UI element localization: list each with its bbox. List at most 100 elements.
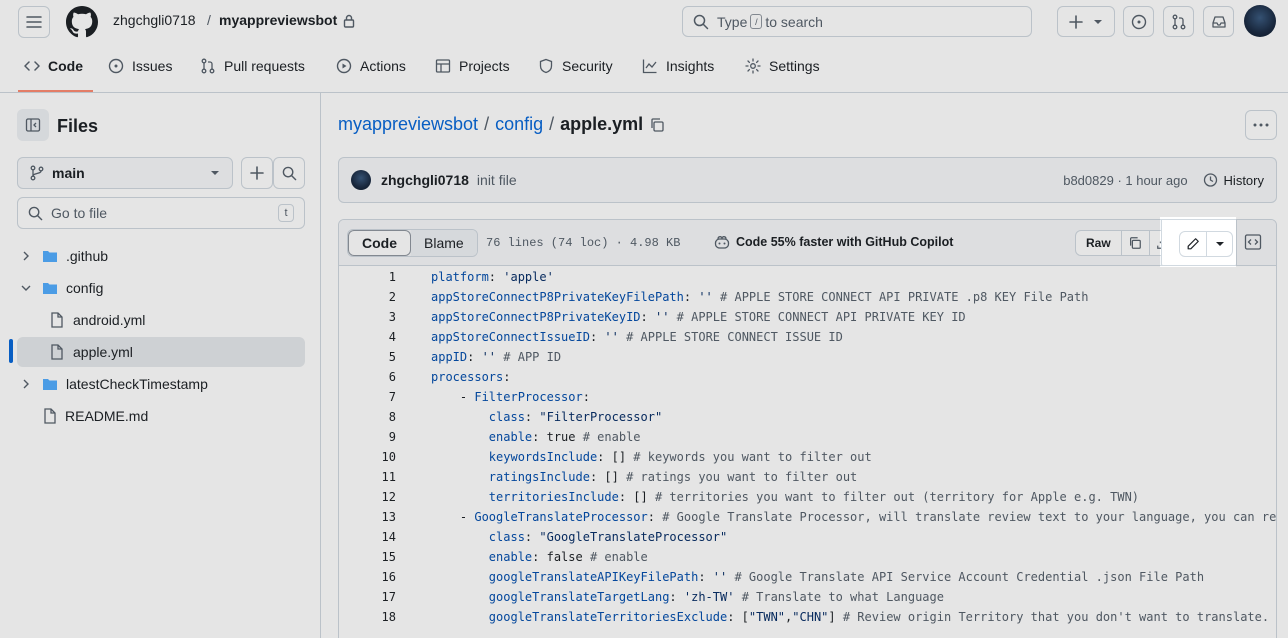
- search-icon: [282, 166, 296, 180]
- tab-actions[interactable]: Actions: [336, 58, 406, 74]
- raw-button[interactable]: Raw: [1076, 231, 1121, 255]
- line-number[interactable]: 7: [339, 387, 396, 407]
- edit-options-dropdown[interactable]: [1206, 232, 1232, 256]
- tab-projects[interactable]: Projects: [435, 58, 510, 74]
- line-content: ratingsInclude: [] # ratings you want to…: [488, 470, 858, 484]
- issue-icon: [1131, 14, 1146, 29]
- symbols-panel-button[interactable]: [1244, 233, 1262, 251]
- commit-author-link[interactable]: zhgchgli0718: [381, 172, 469, 188]
- line-number[interactable]: 6: [339, 367, 396, 387]
- branch-icon: [30, 165, 44, 181]
- tab-code-label: Code: [48, 58, 83, 74]
- line-number[interactable]: 9: [339, 427, 396, 447]
- tab-settings-label: Settings: [769, 58, 820, 74]
- file-icon: [44, 408, 56, 424]
- tree-item-android-yml[interactable]: android.yml: [17, 305, 305, 335]
- line-number[interactable]: 8: [339, 407, 396, 427]
- tab-code[interactable]: Code: [24, 58, 83, 74]
- menu-button[interactable]: [18, 6, 50, 38]
- line-number[interactable]: 12: [339, 487, 396, 507]
- copilot-promo-link[interactable]: Code 55% faster with GitHub Copilot: [714, 235, 953, 249]
- more-options-button[interactable]: [1245, 110, 1277, 140]
- history-button[interactable]: History: [1202, 172, 1264, 188]
- top-bar: zhgchgli0718 / myappreviewsbot Type / to…: [0, 0, 1288, 44]
- tab-pull-requests-label: Pull requests: [224, 58, 305, 74]
- breadcrumb-current-file: apple.yml: [560, 114, 644, 134]
- code-view-button[interactable]: Code: [348, 230, 411, 256]
- line-number[interactable]: 11: [339, 467, 396, 487]
- tab-pull-requests[interactable]: Pull requests: [200, 58, 305, 74]
- create-new-button[interactable]: [1057, 6, 1115, 37]
- copy-path-icon[interactable]: [649, 117, 665, 133]
- repo-name-link[interactable]: myappreviewsbot: [219, 12, 337, 28]
- line-number[interactable]: 2: [339, 287, 396, 307]
- search-placeholder-suffix: to search: [765, 13, 823, 30]
- tree-item-latestchecktimestamp[interactable]: latestCheckTimestamp: [17, 369, 305, 399]
- add-file-button[interactable]: [241, 157, 273, 189]
- line-number[interactable]: 5: [339, 347, 396, 367]
- go-to-file-input[interactable]: Go to file t: [17, 197, 305, 229]
- commit-meta[interactable]: b8d0829 · 1 hour ago: [1063, 173, 1187, 188]
- tree-item-readme[interactable]: README.md: [17, 401, 305, 431]
- branch-selector[interactable]: main: [17, 157, 233, 189]
- user-avatar[interactable]: [1244, 5, 1276, 37]
- play-icon: [336, 58, 352, 74]
- issues-button[interactable]: [1123, 6, 1154, 37]
- line-number[interactable]: 10: [339, 447, 396, 467]
- folder-icon: [43, 379, 57, 390]
- code-line: 13 - GoogleTranslateProcessor: # Google …: [339, 507, 1276, 527]
- line-number[interactable]: 16: [339, 567, 396, 587]
- tree-item-label: config: [66, 280, 104, 296]
- chevron-down-icon: [211, 171, 219, 175]
- line-number[interactable]: 17: [339, 587, 396, 607]
- line-number[interactable]: 15: [339, 547, 396, 567]
- commit-author-avatar[interactable]: [351, 170, 371, 190]
- chevron-right-icon: [23, 251, 29, 261]
- tab-issues[interactable]: Issues: [108, 58, 172, 74]
- blame-view-button[interactable]: Blame: [411, 230, 477, 256]
- chevron-down-icon: [21, 285, 31, 291]
- line-content: territoriesInclude: [] # territories you…: [488, 490, 1140, 504]
- commit-message-link[interactable]: init file: [477, 172, 517, 188]
- breadcrumb-repo-link[interactable]: myappreviewsbot: [338, 114, 478, 135]
- tab-insights[interactable]: Insights: [642, 58, 714, 74]
- tree-item-label: README.md: [65, 408, 149, 424]
- repo-owner-link[interactable]: zhgchgli0718: [113, 12, 196, 28]
- tree-item-apple-yml[interactable]: apple.yml: [17, 337, 305, 367]
- tree-item-label: latestCheckTimestamp: [66, 376, 208, 392]
- breadcrumb-folder-link[interactable]: config: [495, 114, 543, 135]
- code-square-icon: [1244, 234, 1262, 250]
- inbox-button[interactable]: [1203, 6, 1234, 37]
- line-number[interactable]: 4: [339, 327, 396, 347]
- copy-raw-button[interactable]: [1120, 231, 1149, 255]
- code-line: 16 googleTranslateAPIKeyFilePath: '' # G…: [339, 567, 1276, 587]
- table-icon: [435, 59, 451, 73]
- kebab-horizontal-icon: [1253, 123, 1269, 127]
- tree-item-github[interactable]: .github: [17, 241, 305, 271]
- line-content: googleTranslateTerritoriesExclude: ["TWN…: [488, 610, 1270, 624]
- edit-file-button[interactable]: [1180, 232, 1206, 256]
- shield-icon: [539, 58, 553, 74]
- line-number[interactable]: 1: [339, 267, 396, 287]
- breadcrumb-separator: /: [549, 114, 555, 134]
- tab-security-label: Security: [562, 58, 613, 74]
- code-line: 17 googleTranslateTargetLang: 'zh-TW' # …: [339, 587, 1276, 607]
- collapse-sidebar-button[interactable]: [17, 109, 49, 141]
- tab-settings[interactable]: Settings: [745, 58, 820, 74]
- line-number[interactable]: 13: [339, 507, 396, 527]
- pull-request-icon: [1172, 14, 1185, 29]
- selected-indicator: [9, 339, 13, 363]
- line-number[interactable]: 14: [339, 527, 396, 547]
- tree-item-label: .github: [66, 248, 109, 264]
- line-content: googleTranslateAPIKeyFilePath: '' # Goog…: [488, 570, 1205, 584]
- tab-security[interactable]: Security: [538, 58, 613, 74]
- pull-requests-button[interactable]: [1163, 6, 1194, 37]
- code-line: 15 enable: false # enable: [339, 547, 1276, 567]
- line-content: enable: true # enable: [488, 430, 641, 444]
- search-files-button[interactable]: [273, 157, 305, 189]
- github-logo-icon[interactable]: [66, 6, 98, 38]
- tree-item-config[interactable]: config: [17, 273, 305, 303]
- line-number[interactable]: 18: [339, 607, 396, 627]
- line-number[interactable]: 3: [339, 307, 396, 327]
- search-input[interactable]: Type / to search: [682, 6, 1032, 37]
